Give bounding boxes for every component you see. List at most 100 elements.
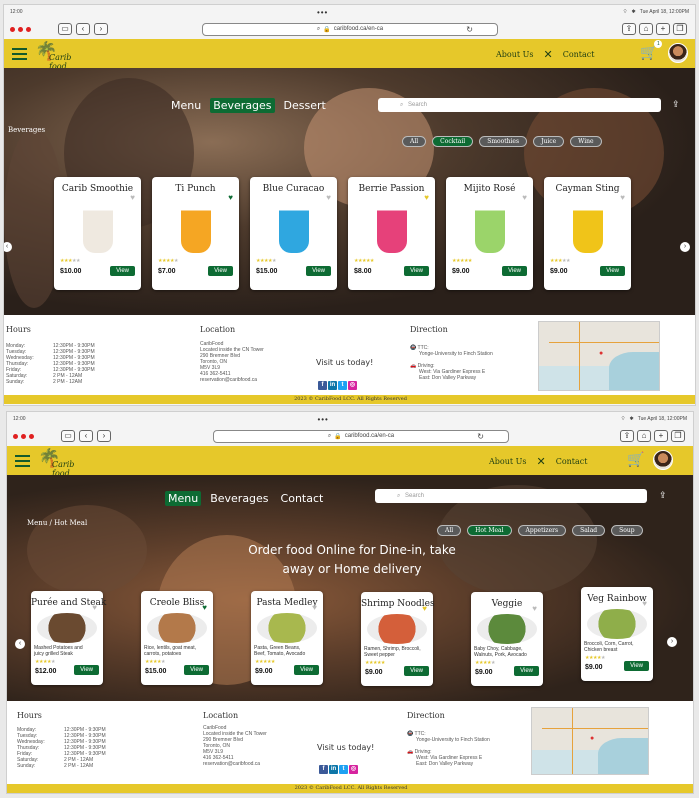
- tab-menu[interactable]: Menu: [165, 491, 202, 506]
- twitter-icon[interactable]: t: [339, 765, 348, 774]
- about-us-link[interactable]: About Us: [496, 50, 533, 59]
- location-map[interactable]: ●: [538, 321, 660, 391]
- chip-wine[interactable]: Wine: [570, 136, 602, 147]
- carousel-next-icon[interactable]: ›: [667, 637, 677, 647]
- contact-link[interactable]: Contact: [563, 50, 595, 59]
- share-icon[interactable]: ⇪: [659, 490, 667, 501]
- product-card[interactable]: Berrie Passion ♥ ★★★★★ $8.00 View: [348, 177, 435, 290]
- chip-cocktail[interactable]: Cocktail: [432, 136, 474, 147]
- carousel-next-icon[interactable]: ›: [680, 242, 690, 252]
- facebook-icon[interactable]: f: [319, 765, 328, 774]
- product-card[interactable]: Carib Smoothie ♥ ★★★★★ $10.00 View: [54, 177, 141, 290]
- forward-icon[interactable]: ›: [94, 23, 108, 35]
- favorite-heart-icon[interactable]: ♥: [532, 604, 537, 613]
- home-icon[interactable]: ⌂: [637, 430, 651, 442]
- share-icon[interactable]: ⇪: [620, 430, 634, 442]
- linkedin-icon[interactable]: in: [329, 765, 338, 774]
- meal-card[interactable]: Purée and Steak ♥ Mashed Potatoes and juicy…: [31, 591, 106, 685]
- favorite-heart-icon[interactable]: ♥: [202, 603, 207, 612]
- meal-card[interactable]: Shrimp Noodles ♥ Ramen, Shrimp, Broccoli, S…: [361, 592, 435, 686]
- chip-hot-meal[interactable]: Hot Meal: [467, 525, 512, 536]
- meal-card[interactable]: Veg Rainbow ♥ Broccoli, Corn, Carrot, Chick…: [581, 587, 653, 681]
- twitter-icon[interactable]: t: [338, 381, 347, 390]
- carousel-prev-icon[interactable]: ‹: [15, 639, 25, 649]
- avatar[interactable]: [668, 43, 688, 63]
- about-us-link[interactable]: About Us: [489, 457, 526, 466]
- window-controls[interactable]: [13, 433, 57, 439]
- hamburger-menu-icon[interactable]: [15, 454, 30, 467]
- favorite-heart-icon[interactable]: ♥: [326, 193, 331, 202]
- product-card[interactable]: Ti Punch ♥ ★★★★★ $7.00 View: [152, 177, 239, 290]
- cart-icon[interactable]: 🛒 1: [640, 40, 663, 61]
- instagram-icon[interactable]: ◎: [348, 381, 357, 390]
- favorite-heart-icon[interactable]: ♥: [642, 599, 647, 608]
- view-button[interactable]: View: [404, 666, 429, 676]
- sidebar-toggle-icon[interactable]: ▭: [61, 430, 75, 442]
- facebook-icon[interactable]: f: [318, 381, 327, 390]
- forward-icon[interactable]: ›: [97, 430, 111, 442]
- caribfood-logo[interactable]: 🌴 Carib food: [36, 448, 91, 478]
- back-icon[interactable]: ‹: [76, 23, 90, 35]
- tabs-icon[interactable]: ❐: [673, 23, 687, 35]
- favorite-heart-icon[interactable]: ♥: [522, 193, 527, 202]
- contact-link[interactable]: Contact: [556, 457, 588, 466]
- cart-icon[interactable]: 🛒: [627, 451, 644, 468]
- linkedin-icon[interactable]: in: [328, 381, 337, 390]
- hamburger-menu-icon[interactable]: [12, 47, 27, 60]
- address-bar[interactable]: ⌕ 🔒 caribfood.ca/en-ca ↻: [202, 22, 498, 36]
- product-card[interactable]: Blue Curacao ♥ ★★★★★ $15.00 View: [250, 177, 337, 290]
- favorite-heart-icon[interactable]: ♥: [130, 193, 135, 202]
- view-button[interactable]: View: [306, 266, 331, 276]
- share-icon[interactable]: ⇪: [672, 99, 680, 110]
- chip-all[interactable]: All: [402, 136, 427, 147]
- reload-icon[interactable]: ↻: [477, 432, 484, 441]
- new-tab-icon[interactable]: +: [654, 430, 668, 442]
- location-map[interactable]: ●: [531, 707, 649, 775]
- avatar[interactable]: [653, 450, 673, 470]
- home-icon[interactable]: ⌂: [639, 23, 653, 35]
- favorite-heart-icon[interactable]: ♥: [92, 603, 97, 612]
- view-button[interactable]: View: [74, 665, 99, 675]
- tab-beverages[interactable]: Beverages: [210, 98, 275, 113]
- tabs-icon[interactable]: ❐: [671, 430, 685, 442]
- meal-card[interactable]: Creole Bliss ♥ Rice, lentils, goat meat, ca…: [141, 591, 213, 685]
- favorite-heart-icon[interactable]: ♥: [424, 193, 429, 202]
- caribfood-logo[interactable]: 🌴 Carib food: [33, 41, 88, 71]
- view-button[interactable]: View: [110, 266, 135, 276]
- address-bar[interactable]: ⌕ 🔒 caribfood.ca/en-ca ↻: [213, 429, 509, 443]
- new-tab-icon[interactable]: +: [656, 23, 670, 35]
- view-button[interactable]: View: [624, 661, 649, 671]
- view-button[interactable]: View: [502, 266, 527, 276]
- back-icon[interactable]: ‹: [79, 430, 93, 442]
- chip-soup[interactable]: Soup: [611, 525, 643, 536]
- instagram-icon[interactable]: ◎: [349, 765, 358, 774]
- view-button[interactable]: View: [600, 266, 625, 276]
- tab-beverages[interactable]: Beverages: [207, 491, 271, 506]
- tab-menu[interactable]: Menu: [168, 98, 204, 113]
- view-button[interactable]: View: [184, 665, 209, 675]
- sidebar-toggle-icon[interactable]: ▭: [58, 23, 72, 35]
- favorite-heart-icon[interactable]: ♥: [228, 193, 233, 202]
- chip-appetizers[interactable]: Appetizers: [517, 525, 567, 536]
- chip-salad[interactable]: Salad: [572, 525, 606, 536]
- meal-card[interactable]: Pasta Medley ♥ Pasta, Green Beans, Beef, To…: [251, 591, 323, 685]
- tab-contact[interactable]: Contact: [278, 491, 327, 506]
- search-input[interactable]: ⌕ Search: [375, 489, 647, 503]
- view-button[interactable]: View: [404, 266, 429, 276]
- view-button[interactable]: View: [514, 666, 539, 676]
- favorite-heart-icon[interactable]: ♥: [312, 603, 317, 612]
- chip-all[interactable]: All: [437, 525, 462, 536]
- meal-card[interactable]: Veggie ♥ Baby Choy, Cabbage, Walnuts, Pork,…: [471, 592, 543, 686]
- chip-smoothies[interactable]: Smoothies: [479, 136, 528, 147]
- search-input[interactable]: ⌕ Search: [378, 98, 661, 112]
- product-card[interactable]: Mijito Rosé ♥ ★★★★★ $9.00 View: [446, 177, 533, 290]
- view-button[interactable]: View: [208, 266, 233, 276]
- product-card[interactable]: Cayman Sting ♥ ★★★★★ $9.00 View: [544, 177, 631, 290]
- favorite-heart-icon[interactable]: ♥: [422, 604, 427, 613]
- share-icon[interactable]: ⇪: [622, 23, 636, 35]
- reload-icon[interactable]: ↻: [466, 25, 473, 34]
- tab-dessert[interactable]: Dessert: [281, 98, 329, 113]
- window-controls[interactable]: [10, 26, 54, 32]
- view-button[interactable]: View: [294, 665, 319, 675]
- favorite-heart-icon[interactable]: ♥: [620, 193, 625, 202]
